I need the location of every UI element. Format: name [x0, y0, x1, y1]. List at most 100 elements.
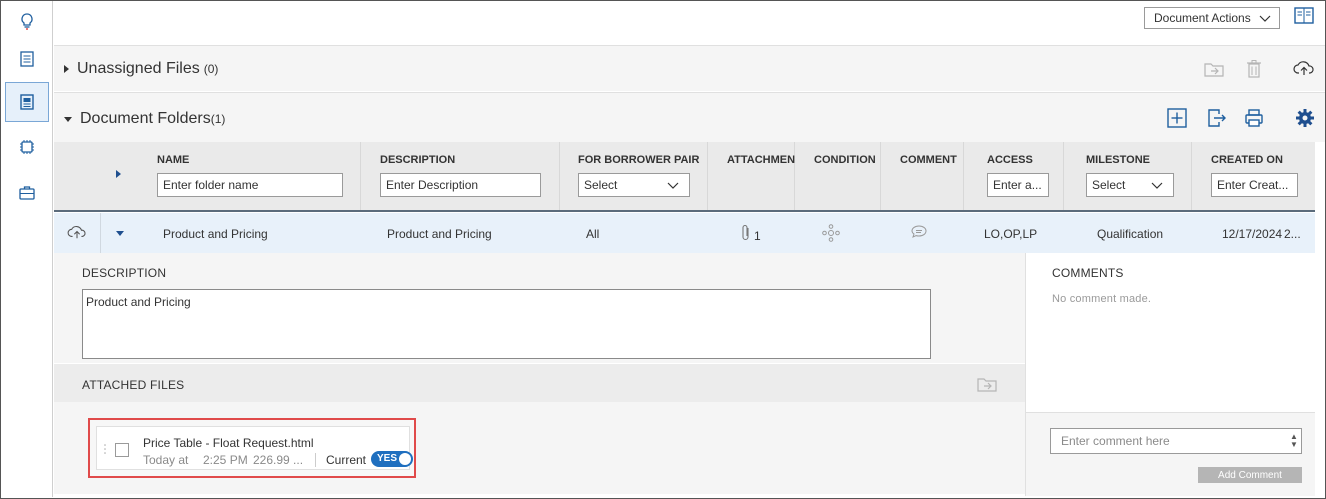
name-filter-input[interactable]	[157, 173, 343, 197]
created-on-filter-input[interactable]	[1211, 173, 1298, 197]
panel-toggle-icon[interactable]	[1294, 7, 1314, 25]
milestone-column-header: MILESTONE	[1086, 154, 1150, 166]
caret-right-icon	[64, 65, 69, 73]
description-textarea[interactable]: Product and Pricing	[82, 289, 931, 359]
comment-input[interactable]	[1050, 428, 1302, 454]
toggle-knob	[399, 453, 411, 465]
comments-label: COMMENTS	[1052, 266, 1124, 280]
document-folders-title: Document Folders	[80, 110, 211, 127]
table-row[interactable]: Product and Pricing Product and Pricing …	[54, 213, 1315, 253]
expand-all-column	[54, 142, 144, 210]
add-folder-icon[interactable]	[1166, 107, 1188, 129]
move-file-icon[interactable]	[1202, 59, 1226, 79]
print-icon[interactable]	[1243, 107, 1265, 129]
description-label: DESCRIPTION	[82, 266, 167, 280]
unassigned-files-section: Unassigned Files (0)	[54, 45, 1325, 91]
row-divider	[100, 213, 101, 253]
lightbulb-icon[interactable]	[1, 1, 53, 41]
cloud-upload-icon[interactable]	[1292, 58, 1316, 78]
row-milestone: Qualification	[1097, 227, 1164, 241]
attached-files-header: ATTACHED FILES	[54, 364, 1025, 402]
cloud-upload-icon[interactable]	[67, 224, 87, 243]
document-folders-count: (1)	[210, 112, 226, 126]
move-file-icon[interactable]	[976, 375, 998, 396]
current-toggle[interactable]: YES	[371, 451, 413, 467]
borrower-pair-select-value: Select	[584, 178, 618, 192]
chevron-down-icon	[667, 179, 679, 193]
description-column: DESCRIPTION	[361, 142, 560, 210]
milestone-select[interactable]: Select	[1086, 173, 1174, 197]
row-created-on-overflow: 2...	[1284, 227, 1301, 241]
file-name[interactable]: Price Table - Float Request.html	[143, 436, 314, 450]
comments-panel: COMMENTS No comment made.	[1025, 253, 1315, 412]
row-created-on: 12/17/2024	[1222, 227, 1283, 241]
current-label: Current	[315, 453, 366, 467]
paperclip-icon[interactable]	[740, 224, 752, 245]
comment-entry-panel: ▲▼ Add Comment	[1025, 412, 1315, 496]
vertical-scrollbar[interactable]	[1315, 142, 1325, 496]
folder-detail-panel: DESCRIPTION Product and Pricing	[54, 253, 1025, 363]
list-icon[interactable]	[1, 39, 53, 79]
file-date: Today at	[143, 453, 189, 467]
row-description: Product and Pricing	[387, 227, 492, 241]
document-actions-label: Document Actions	[1154, 11, 1251, 25]
description-filter-input[interactable]	[380, 173, 541, 197]
folder-grid-header: NAME DESCRIPTION FOR BORROWER PAIR Selec…	[54, 142, 1315, 212]
expand-all-icon[interactable]	[116, 170, 121, 178]
name-column-header: NAME	[157, 154, 190, 166]
current-toggle-label: YES	[377, 453, 398, 464]
document-actions-dropdown[interactable]: Document Actions	[1144, 7, 1280, 29]
row-access: LO,OP,LP	[984, 227, 1038, 241]
unassigned-files-count: (0)	[203, 62, 219, 76]
no-comments-text: No comment made.	[1052, 293, 1152, 305]
caret-down-icon	[64, 116, 72, 122]
document-icon[interactable]	[5, 82, 49, 122]
trash-icon[interactable]	[1244, 58, 1264, 80]
borrower-pair-column: FOR BORROWER PAIR Select	[560, 142, 708, 210]
milestone-select-value: Select	[1092, 178, 1126, 192]
collapse-row-icon[interactable]	[116, 231, 124, 236]
attached-files-list: Price Table - Float Request.html Today a…	[54, 402, 1025, 494]
briefcase-icon[interactable]	[1, 173, 53, 213]
document-folders-toggle[interactable]: Document Folders (1)	[64, 110, 225, 128]
spinner-arrows-icon[interactable]: ▲ ▼	[1290, 433, 1309, 449]
add-comment-button[interactable]: Add Comment	[1198, 467, 1302, 483]
comment-column: COMMENT	[881, 142, 964, 210]
row-borrower-pair: All	[586, 227, 600, 241]
borrower-pair-column-header: FOR BORROWER PAIR	[578, 154, 700, 166]
access-filter-input[interactable]	[987, 173, 1049, 197]
file-highlight-frame: Price Table - Float Request.html Today a…	[88, 418, 416, 478]
unassigned-files-title: Unassigned Files	[77, 60, 200, 77]
file-checkbox[interactable]	[115, 443, 129, 457]
condition-column-header: CONDITION	[814, 154, 876, 166]
export-icon[interactable]	[1206, 107, 1228, 129]
file-size: 226.99 ...	[253, 453, 304, 467]
attached-files-label: ATTACHED FILES	[82, 378, 185, 392]
access-column-header: ACCESS	[987, 154, 1033, 166]
row-name: Product and Pricing	[163, 227, 268, 241]
attachments-column-header: ATTACHMEN	[727, 154, 795, 166]
file-time: 2:25 PM	[203, 453, 248, 467]
top-bar: Document Actions	[54, 1, 1325, 45]
comment-bubble-icon[interactable]	[910, 224, 928, 243]
unassigned-files-toggle[interactable]: Unassigned Files (0)	[64, 60, 218, 78]
gear-icon[interactable]	[1294, 107, 1316, 129]
borrower-pair-select[interactable]: Select	[578, 173, 690, 197]
drag-handle-icon[interactable]	[103, 443, 107, 455]
name-column: NAME	[144, 142, 361, 210]
created-on-column: CREATED ON	[1192, 142, 1315, 210]
attachments-column: ATTACHMEN	[708, 142, 795, 210]
condition-icon[interactable]	[822, 224, 840, 245]
file-item[interactable]: Price Table - Float Request.html Today a…	[96, 426, 413, 470]
chevron-down-icon	[1259, 12, 1271, 26]
access-column: ACCESS	[964, 142, 1064, 210]
chip-icon[interactable]	[1, 127, 53, 167]
milestone-column: MILESTONE Select	[1064, 142, 1192, 210]
comment-column-header: COMMENT	[900, 154, 957, 166]
condition-column: CONDITION	[795, 142, 881, 210]
description-column-header: DESCRIPTION	[380, 154, 456, 166]
left-sidebar	[1, 1, 53, 497]
created-on-column-header: CREATED ON	[1211, 154, 1283, 166]
document-folders-section: Document Folders (1)	[54, 92, 1325, 142]
chevron-down-icon	[1151, 179, 1163, 193]
